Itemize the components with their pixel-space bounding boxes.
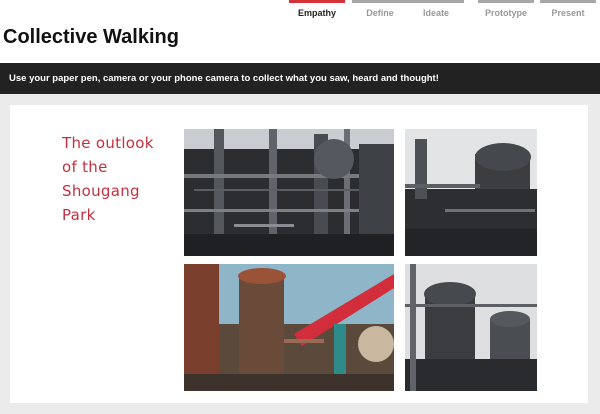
step-progress-nav: Empathy Define Ideate Prototype Present: [284, 0, 600, 22]
step-present[interactable]: Present: [540, 0, 596, 18]
step-indicator-bar: [478, 0, 534, 3]
page-title: Collective Walking: [3, 26, 179, 48]
step-indicator-bar: [540, 0, 596, 3]
plant-photo-3: [184, 264, 394, 391]
step-label: Empathy: [297, 8, 336, 18]
content-area: The outlook of the Shougang Park: [0, 94, 600, 414]
step-label: Define: [366, 8, 394, 18]
step-label: Ideate: [422, 8, 449, 18]
photo-board: The outlook of the Shougang Park: [10, 105, 588, 403]
step-label: Prototype: [484, 8, 527, 18]
step-empathy[interactable]: Empathy: [289, 0, 345, 18]
board-caption: The outlook of the Shougang Park: [62, 134, 154, 224]
plant-photo-1: [184, 129, 394, 256]
step-indicator-bar: [289, 0, 345, 3]
step-indicator-bar: [352, 0, 408, 3]
step-indicator-bar: [408, 0, 464, 3]
step-prototype[interactable]: Prototype: [478, 0, 534, 18]
plant-photo-4: [405, 264, 537, 391]
step-define[interactable]: Define: [352, 0, 408, 18]
step-label: Present: [551, 8, 585, 18]
step-ideate[interactable]: Ideate: [408, 0, 464, 18]
instruction-banner: Use your paper pen, camera or your phone…: [0, 63, 600, 94]
plant-photo-2: [405, 129, 537, 256]
